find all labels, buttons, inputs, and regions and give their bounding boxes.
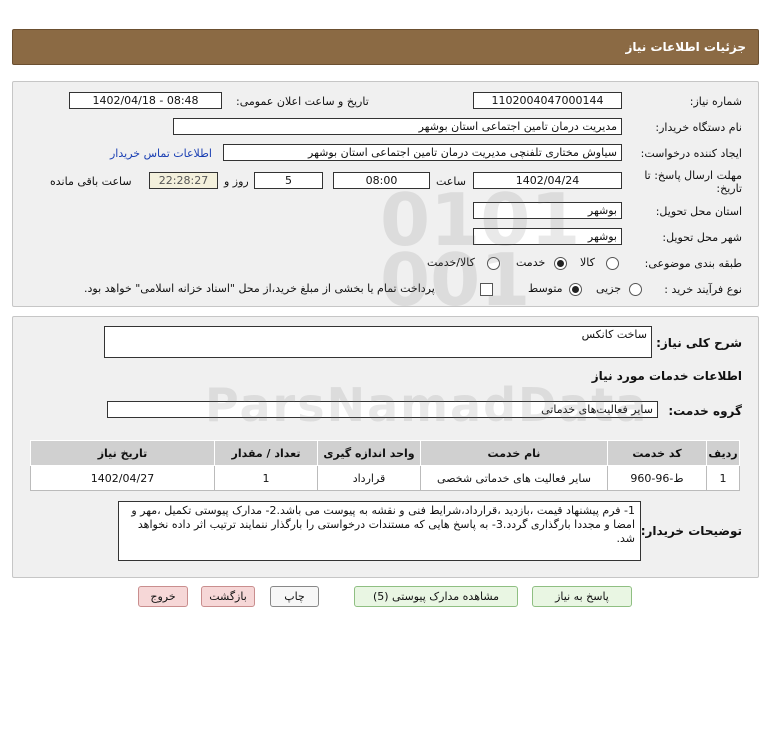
category-radio-goods-service[interactable] [487,257,500,270]
announce-date-field: 1402/04/18 - 08:48 [69,92,222,109]
col-service-code: کد خدمت [607,440,707,466]
buyer-notes-label: توضیحات خریدار: [640,524,742,538]
need-number-label: شماره نیاز: [689,95,742,108]
services-heading: اطلاعات خدمات مورد نیاز [591,369,742,383]
treasury-text: پرداخت تمام یا بخشی از مبلغ خرید،از محل … [84,282,435,295]
view-attachments-button[interactable]: مشاهده مدارک پیوستی (5) [354,586,518,607]
back-button[interactable]: بازگشت [201,586,255,607]
category-radio-goods[interactable] [606,257,619,270]
deadline-time-label: ساعت [436,175,466,188]
print-button[interactable]: چاپ [270,586,319,607]
category-option-goods: کالا [580,256,595,269]
table-row: 1 ط-96-960 سایر فعالیت های خدماتی شخصی ق… [30,465,740,491]
days-label: روز و [224,175,249,188]
cell-service-name: سایر فعالیت های خدماتی شخصی [420,465,608,491]
respond-button[interactable]: پاسخ به نیاز [532,586,632,607]
process-option-minor: جزیی [596,282,622,295]
col-need-date: تاریخ نیاز [30,440,215,466]
city-label: شهر محل تحویل: [662,231,742,244]
buyer-org-field: مدیریت درمان تامین اجتماعی استان بوشهر [173,118,622,135]
creator-label: ایجاد کننده درخواست: [640,147,742,160]
service-group-field: سایر فعالیت‌های خدماتی [107,401,658,418]
col-service-name: نام خدمت [420,440,608,466]
col-row-number: ردیف [706,440,740,466]
remaining-time-label: ساعت باقی مانده [50,175,132,188]
buyer-notes-field: 1- فرم پیشنهاد قیمت ،بازدید ،قرارداد،شرا… [118,501,641,561]
remaining-time-field: 22:28:27 [149,172,218,189]
page-header: جزئیات اطلاعات نیاز [12,29,759,65]
process-option-medium: متوسط [528,282,563,295]
deadline-label-line2: تاریخ: [716,182,742,195]
cell-row-number: 1 [706,465,740,491]
cell-need-date: 1402/04/27 [30,465,215,491]
province-label: استان محل تحویل: [655,205,742,218]
creator-field: سیاوش مختاری تلفنچی مدیریت درمان تامین ا… [223,144,622,161]
page-title: جزئیات اطلاعات نیاز [625,40,746,54]
category-option-goods-service: کالا/خدمت [427,256,475,269]
cell-quantity: 1 [214,465,318,491]
cell-service-code: ط-96-960 [607,465,707,491]
services-table: ردیف کد خدمت نام خدمت واحد اندازه گیری ت… [30,440,740,491]
col-unit: واحد اندازه گیری [317,440,421,466]
treasury-checkbox[interactable] [480,283,493,296]
process-radio-minor[interactable] [629,283,642,296]
buyer-contact-link[interactable]: اطلاعات تماس خریدار [110,147,212,160]
category-radio-service[interactable] [554,257,567,270]
col-quantity: تعداد / مقدار [214,440,318,466]
process-radio-medium[interactable] [569,283,582,296]
buyer-org-label: نام دستگاه خریدار: [655,121,742,134]
category-label: طبقه بندی موضوعی: [644,257,742,270]
need-number-field: 1102004047000144 [473,92,622,109]
province-field: بوشهر [473,202,622,219]
service-group-label: گروه خدمت: [668,404,742,418]
summary-label: شرح کلی نیاز: [656,336,742,350]
table-header-row: ردیف کد خدمت نام خدمت واحد اندازه گیری ت… [30,440,740,466]
deadline-time-field: 08:00 [333,172,430,189]
deadline-date-field: 1402/04/24 [473,172,622,189]
deadline-label-line1: مهلت ارسال پاسخ: تا [644,169,742,182]
category-option-service: خدمت [516,256,546,269]
announce-date-label: تاریخ و ساعت اعلان عمومی: [236,95,369,108]
days-remaining-field: 5 [254,172,323,189]
city-field: بوشهر [473,228,622,245]
cell-unit: قرارداد [317,465,421,491]
summary-field: ساخت کانکس [104,326,652,358]
deadline-label: مهلت ارسال پاسخ: تا تاریخ: [644,169,742,195]
process-label: نوع فرآیند خرید : [664,283,742,296]
exit-button[interactable]: خروج [138,586,188,607]
